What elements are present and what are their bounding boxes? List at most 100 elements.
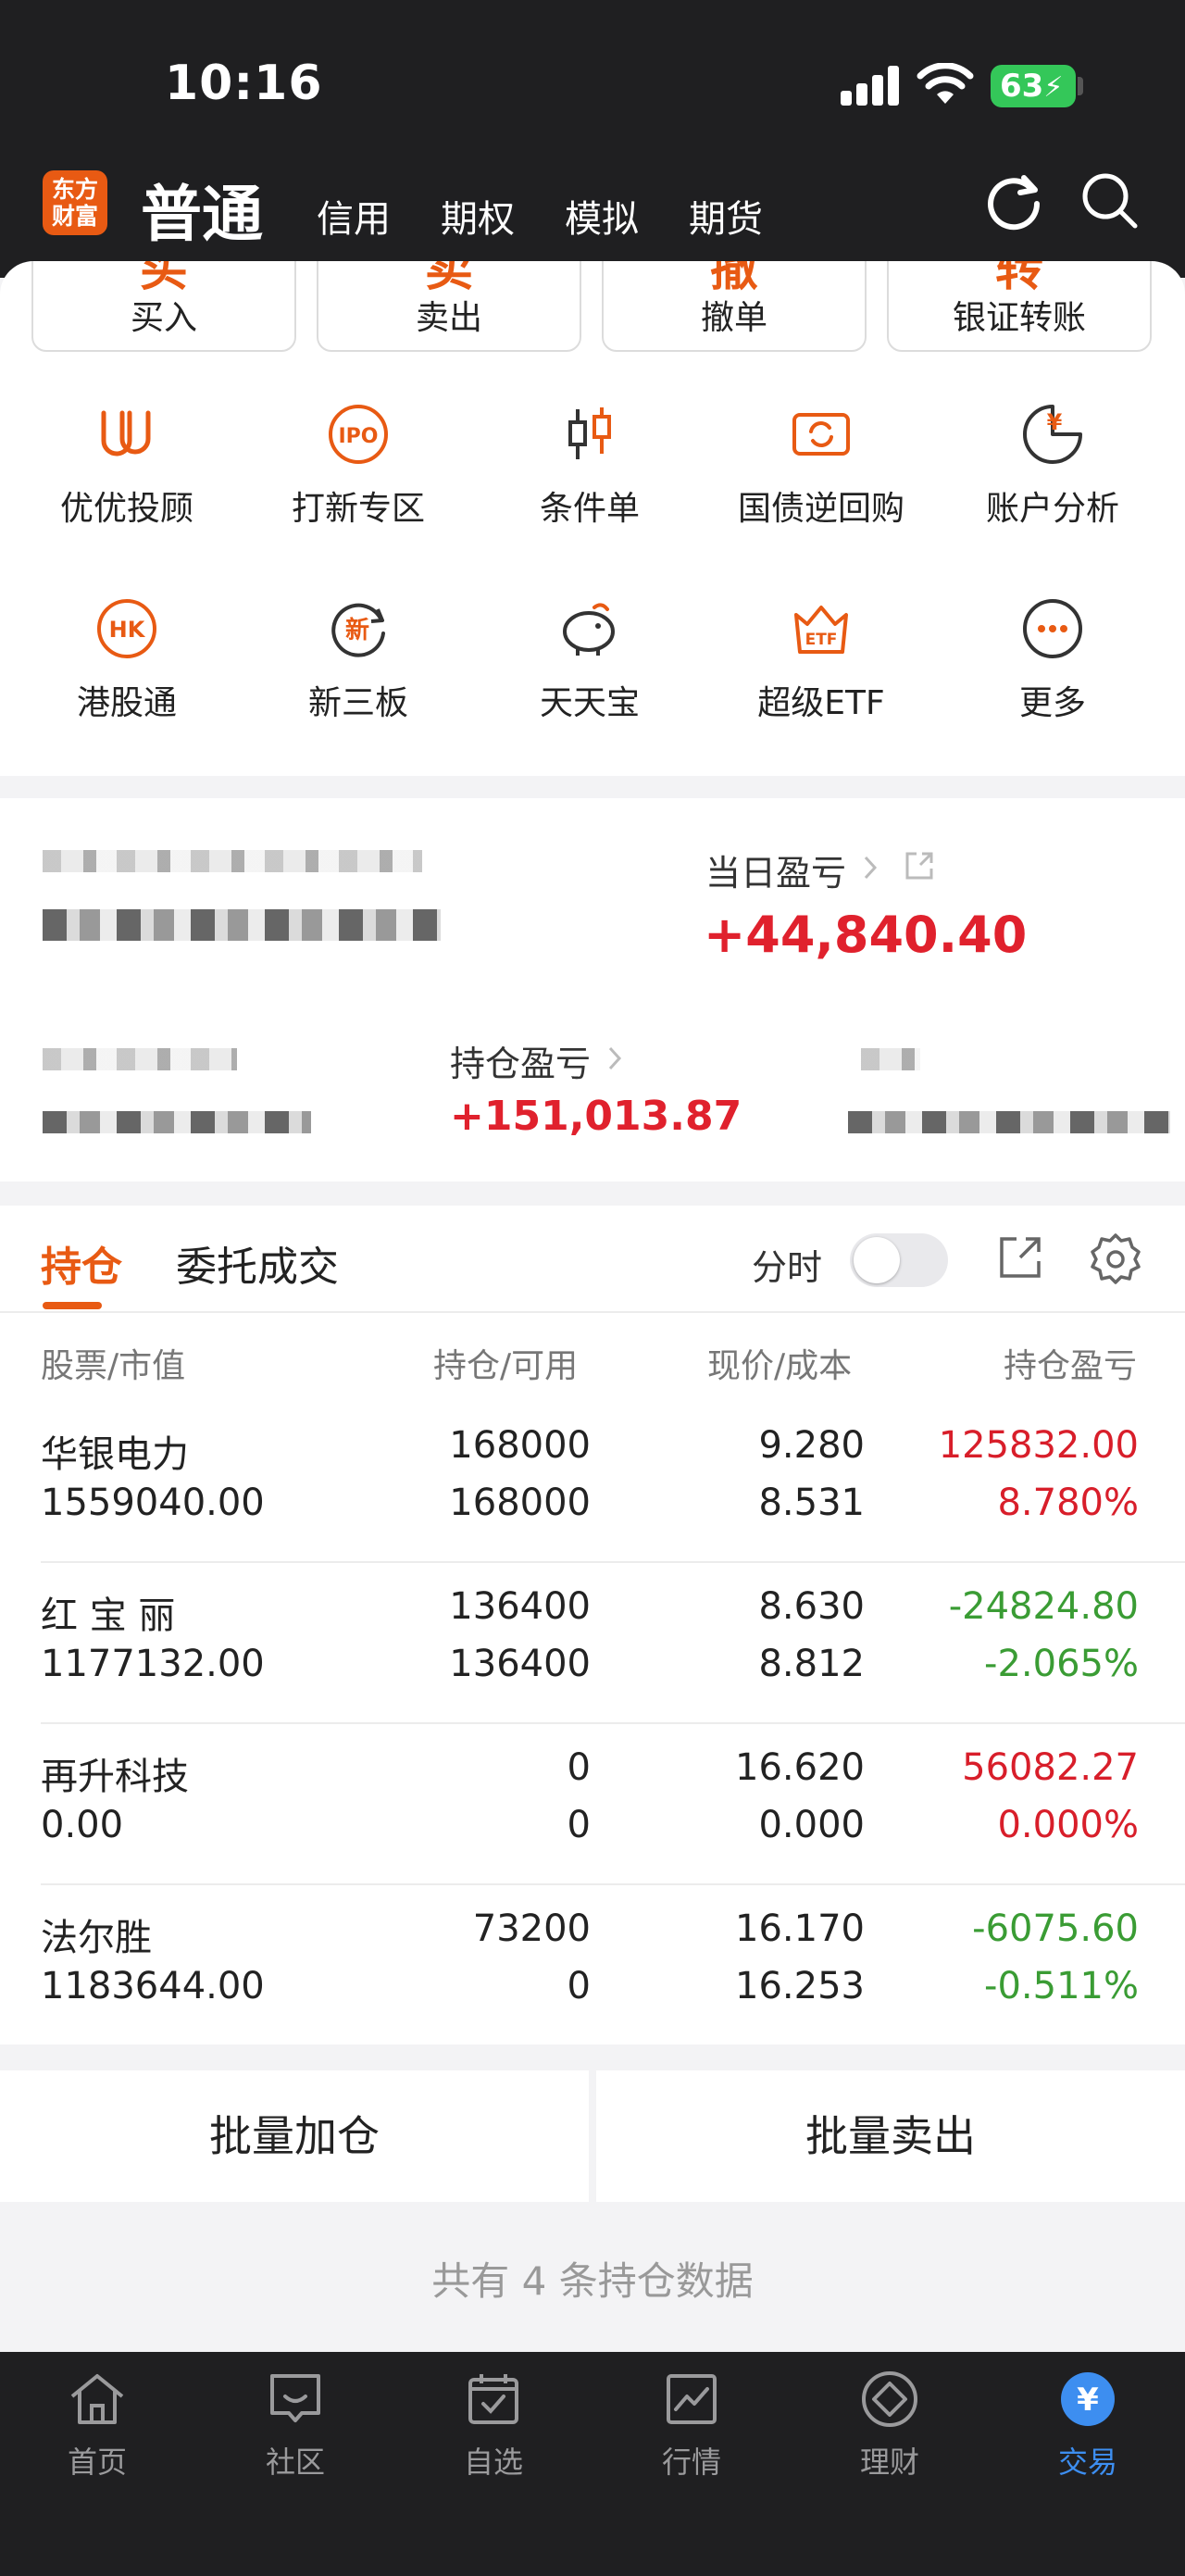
current-price: 9.280	[758, 1424, 865, 1467]
table-row[interactable]: 再升科技 0.00 0 0 16.620 0.000 56082.27 0.00…	[0, 1737, 1185, 1896]
bond-repo-icon	[792, 413, 850, 456]
wifi-icon	[917, 63, 974, 104]
tab-underline	[43, 1302, 102, 1309]
tab-futures[interactable]: 期货	[689, 189, 763, 243]
grid-item-super-etf[interactable]: ETF 超级ETF	[705, 596, 937, 724]
top-header: 10:16 63⚡ 东方 财富 普通 信用 期权 模拟 期货	[0, 0, 1185, 278]
profit-summary-card: 当日盈亏 +44,840.40 持仓盈亏 +151,013.87	[0, 798, 1185, 1182]
buy-button[interactable]: 买 买入	[31, 261, 296, 352]
divider	[41, 1883, 1185, 1885]
current-price: 16.170	[735, 1907, 865, 1950]
grid-item-more[interactable]: 更多	[937, 596, 1168, 724]
tab-community[interactable]: 社区	[226, 2369, 365, 2482]
current-price: 8.630	[758, 1585, 865, 1628]
status-time: 10:16	[165, 56, 323, 111]
export-icon[interactable]	[996, 1233, 1044, 1282]
divider	[41, 1561, 1185, 1563]
pnl-percent: 0.000%	[997, 1804, 1139, 1846]
tab-simulation[interactable]: 模拟	[565, 189, 639, 243]
svg-text:HK: HK	[109, 617, 146, 643]
holding-qty: 73200	[472, 1907, 591, 1950]
grid-label: 新三板	[307, 684, 408, 722]
redacted-label	[861, 1048, 920, 1070]
grid-item-hk-connect[interactable]: HK 港股通	[11, 596, 243, 724]
tab-label: 自选	[463, 2445, 523, 2480]
grid-item-ipo[interactable]: IPO 打新专区	[243, 402, 474, 530]
battery-tip	[1078, 77, 1083, 95]
grid-label: 优优投顾	[59, 490, 193, 528]
svg-text:¥: ¥	[1047, 409, 1063, 435]
cellular-signal-icon	[841, 65, 900, 106]
grid-item-conditional-order[interactable]: 条件单	[474, 402, 705, 530]
divider	[41, 1722, 1185, 1724]
piggy-bank-icon	[563, 603, 615, 656]
search-icon[interactable]	[1079, 170, 1141, 231]
position-pnl-value: +151,013.87	[450, 1093, 742, 1140]
home-icon	[70, 2374, 124, 2424]
bottom-tab-bar: 首页 社区 自选 行情 理财 ¥ 交易	[0, 2352, 1185, 2576]
pnl-percent: -2.065%	[984, 1643, 1139, 1685]
position-count-text: 共有 4 条持仓数据	[431, 2258, 754, 2304]
stock-name: 红 宝 丽	[41, 1594, 176, 1637]
table-row[interactable]: 华银电力 1559040.00 168000 168000 9.280 8.53…	[0, 1415, 1185, 1574]
pnl-percent: -0.511%	[984, 1965, 1139, 2007]
grid-item-tiantianbao[interactable]: 天天宝	[474, 596, 705, 724]
tab-trade[interactable]: ¥ 交易	[1018, 2369, 1157, 2482]
tab-wealth[interactable]: 理财	[820, 2369, 959, 2482]
available-qty: 136400	[449, 1643, 591, 1685]
market-value: 1559040.00	[41, 1482, 265, 1524]
grid-label: 条件单	[539, 490, 640, 528]
bank-transfer-button[interactable]: 转 银证转账	[887, 261, 1152, 352]
cost-price: 0.000	[758, 1804, 865, 1846]
timeshare-toggle[interactable]	[850, 1233, 948, 1287]
pnl-amount: 56082.27	[962, 1746, 1139, 1789]
grid-item-bond-repo[interactable]: 国债逆回购	[705, 402, 937, 530]
grid-label: 国债逆回购	[737, 490, 904, 528]
account-type-general[interactable]: 普通	[141, 165, 263, 254]
tab-watchlist[interactable]: 自选	[424, 2369, 563, 2482]
grid-item-youyou[interactable]: 优优投顾	[11, 402, 243, 530]
tab-options[interactable]: 期权	[441, 189, 515, 243]
svg-text:新: 新	[345, 616, 369, 644]
tab-market[interactable]: 行情	[622, 2369, 761, 2482]
tab-home[interactable]: 首页	[28, 2369, 167, 2482]
stock-name: 再升科技	[41, 1756, 189, 1798]
grid-item-neeq[interactable]: 新 新三板	[243, 596, 474, 724]
holding-qty: 168000	[449, 1424, 591, 1467]
available-qty: 168000	[449, 1482, 591, 1524]
table-row[interactable]: 红 宝 丽 1177132.00 136400 136400 8.630 8.8…	[0, 1576, 1185, 1735]
table-row[interactable]: 法尔胜 1183644.00 73200 0 16.170 16.253 -60…	[0, 1898, 1185, 2057]
daily-pnl-label[interactable]: 当日盈亏	[705, 844, 846, 895]
stock-name: 法尔胜	[41, 1917, 152, 1959]
tab-label: 首页	[67, 2445, 127, 2480]
batch-add-button[interactable]: 批量加仓	[0, 2070, 589, 2202]
col-price-cost: 现价/成本	[707, 1347, 853, 1385]
tab-label: 理财	[859, 2445, 919, 2480]
cancel-label: 撤单	[700, 299, 767, 337]
tab-credit[interactable]: 信用	[317, 189, 391, 243]
available-qty: 0	[567, 1965, 591, 2007]
tab-positions[interactable]: 持仓	[41, 1233, 122, 1293]
position-pnl-label[interactable]: 持仓盈亏	[450, 1035, 591, 1086]
neeq-icon: 新	[331, 603, 385, 657]
grid-label: 更多	[1018, 684, 1086, 722]
candlestick-icon	[568, 407, 611, 459]
cancel-order-button[interactable]: 撤 撤单	[602, 261, 867, 352]
transfer-label: 银证转账	[952, 299, 1086, 337]
tab-orders[interactable]: 委托成交	[176, 1233, 339, 1293]
share-icon[interactable]	[902, 848, 937, 883]
batch-sell-button[interactable]: 批量卖出	[596, 2070, 1185, 2202]
sell-button[interactable]: 卖 卖出	[317, 261, 581, 352]
redacted-value	[43, 1111, 311, 1133]
account-analysis-icon: ¥	[1023, 405, 1082, 464]
pnl-percent: 8.780%	[997, 1482, 1139, 1524]
chevron-right-icon	[864, 856, 878, 880]
market-value: 1183644.00	[41, 1965, 265, 2007]
more-icon	[1023, 599, 1082, 658]
refresh-icon[interactable]	[983, 170, 1044, 231]
settings-icon[interactable]	[1089, 1232, 1142, 1285]
grid-item-account-analysis[interactable]: ¥ 账户分析	[937, 402, 1168, 530]
community-icon	[270, 2374, 320, 2422]
market-value: 0.00	[41, 1804, 124, 1846]
etf-icon: ETF	[794, 606, 848, 654]
